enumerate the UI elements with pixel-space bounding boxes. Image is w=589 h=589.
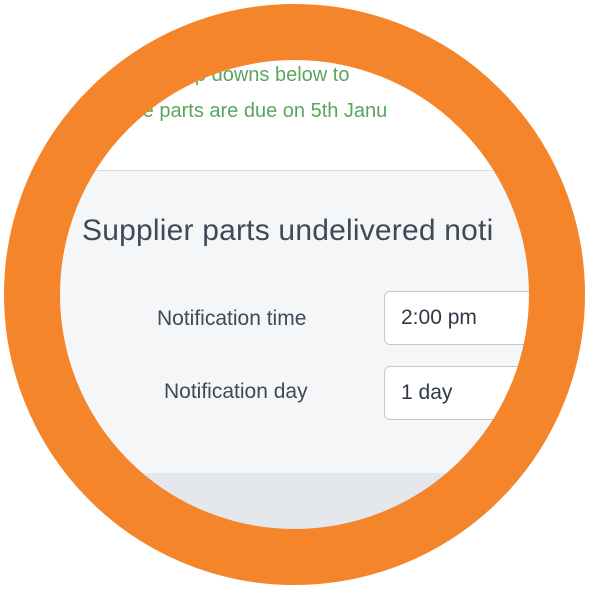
notification-day-select[interactable]: 1 day: [384, 366, 589, 420]
notification-time-label: Notification time: [157, 307, 307, 330]
info-text-line-1: drop downs below to: [166, 64, 350, 86]
info-area: drop downs below to the parts are due on…: [0, 0, 589, 170]
notification-time-select[interactable]: 2:00 pm: [384, 291, 589, 345]
section-title: Supplier parts undelivered noti: [82, 214, 494, 247]
footer-area: [0, 473, 589, 589]
notification-day-label: Notification day: [164, 380, 308, 403]
info-text-line-2: the parts are due on 5th Janu: [126, 100, 388, 122]
magnified-view: drop downs below to the parts are due on…: [0, 0, 589, 589]
